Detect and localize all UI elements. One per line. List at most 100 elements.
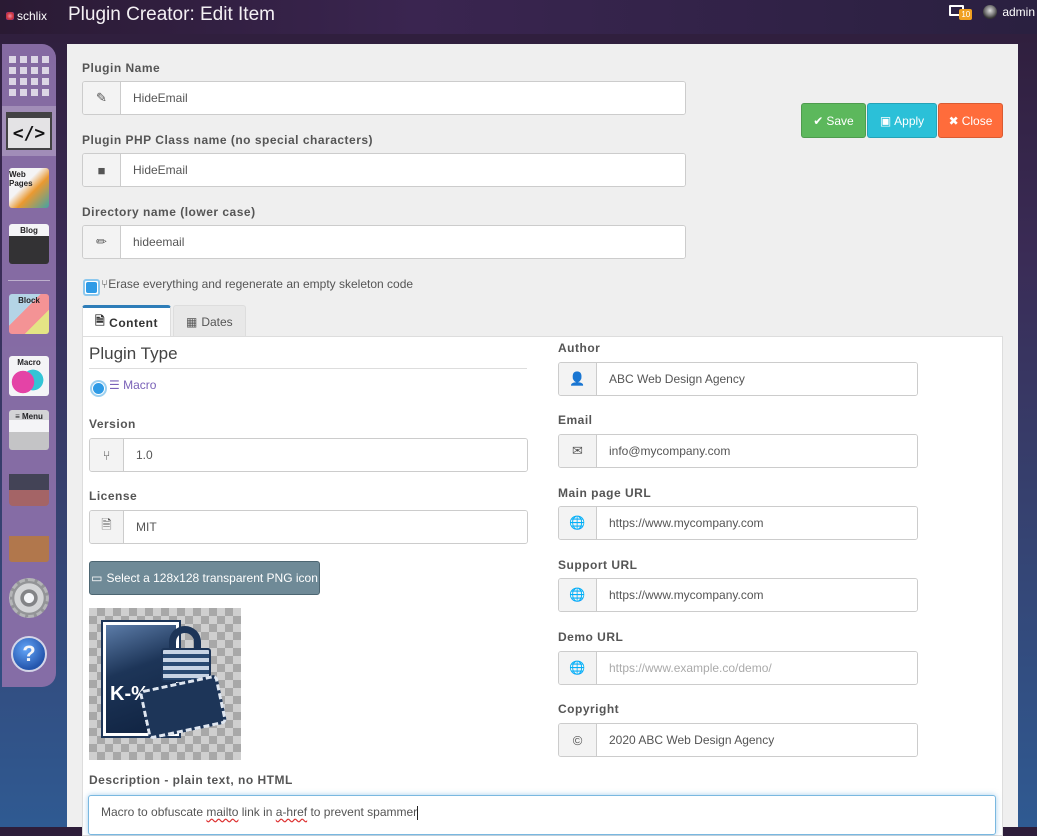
sidebar-item-settings[interactable] xyxy=(7,576,51,620)
select-icon-button[interactable]: ▭ Select a 128x128 transparent PNG icon xyxy=(89,561,320,595)
schlix-logo-icon xyxy=(6,12,14,20)
plugin-type-macro-radio[interactable] xyxy=(90,380,107,397)
plugin-name-group: ✎ xyxy=(82,81,686,115)
sidebar-item-users[interactable] xyxy=(7,464,51,508)
tab-dates[interactable]: ▦ Dates xyxy=(172,305,246,337)
text-caret xyxy=(417,805,419,820)
sidebar-item-web-pages[interactable]: Web Pages xyxy=(7,166,51,210)
plugin-icon-preview: K-% xyxy=(89,608,241,760)
close-button[interactable]: ✖ Close xyxy=(938,103,1003,138)
directory-group: ✏ xyxy=(82,225,686,259)
pencil-icon: ✏ xyxy=(83,226,121,258)
author-label: Author xyxy=(558,341,601,355)
padlock-icon xyxy=(159,626,213,682)
directory-label: Directory name (lower case) xyxy=(82,205,256,219)
page-title: Plugin Creator: Edit Item xyxy=(68,4,275,25)
version-group: ⑂ xyxy=(89,438,528,472)
plugin-type-macro-label[interactable]: ☰ Macro xyxy=(109,378,156,392)
copyright-input[interactable] xyxy=(597,724,917,756)
save-button[interactable]: ✔ Save xyxy=(801,103,866,138)
sidebar-item-blocks[interactable]: Block xyxy=(7,292,51,336)
copyright-icon: © xyxy=(559,724,597,756)
sidebar-divider xyxy=(8,280,50,281)
block-icon: Block xyxy=(9,294,49,334)
globe-icon: 🌐 xyxy=(559,652,597,684)
branch-icon: ⑂ xyxy=(90,439,124,471)
description-label: Description - plain text, no HTML xyxy=(89,773,293,787)
user-icon: 👤 xyxy=(559,363,597,395)
version-input[interactable] xyxy=(124,439,527,471)
sidebar-item-tools[interactable] xyxy=(7,520,51,564)
macro-icon: Macro xyxy=(9,356,49,396)
check-icon: ✔ xyxy=(813,113,824,128)
sidebar-item-apps[interactable] xyxy=(7,54,51,98)
description-input[interactable]: Macro to obfuscate mailto link in a-href… xyxy=(88,795,996,835)
plugin-name-input[interactable] xyxy=(121,82,685,114)
main-url-group: 🌐 xyxy=(558,506,918,540)
sidebar-item-plugin-creator[interactable]: </> xyxy=(2,106,56,156)
notifications-button[interactable]: 10 xyxy=(949,4,973,20)
author-group: 👤 xyxy=(558,362,918,396)
sidebar: </> Web Pages Blog Block Macro ≡ Menu ? xyxy=(2,44,56,687)
license-input[interactable] xyxy=(124,511,527,543)
calendar-icon: ▦ xyxy=(185,314,198,329)
php-class-label: Plugin PHP Class name (no special charac… xyxy=(82,133,374,147)
blog-icon: Blog xyxy=(9,224,49,264)
sidebar-item-menu[interactable]: ≡ Menu xyxy=(7,408,51,452)
grid-icon xyxy=(9,56,49,96)
username: admin xyxy=(1002,5,1035,19)
sidebar-item-macro[interactable]: Macro xyxy=(7,354,51,398)
globe-icon: 🌐 xyxy=(559,579,597,611)
edit-icon: ✎ xyxy=(83,82,121,114)
brand-name: schlix xyxy=(17,9,48,23)
support-url-input[interactable] xyxy=(597,579,917,611)
edit-panel: Plugin Name ✎ Plugin PHP Class name (no … xyxy=(67,44,1018,836)
plugin-type-heading: Plugin Type xyxy=(89,344,527,369)
tab-bar: 🗎 Content ▦ Dates xyxy=(82,305,248,337)
main-url-label: Main page URL xyxy=(558,486,652,500)
globe-icon: 🌐 xyxy=(559,507,597,539)
sidebar-item-blog[interactable]: Blog xyxy=(7,222,51,266)
user-menu[interactable]: admin xyxy=(983,5,1037,19)
php-class-input[interactable] xyxy=(121,154,685,186)
email-input[interactable] xyxy=(597,435,917,467)
demo-url-group: 🌐 xyxy=(558,651,918,685)
regenerate-label: ⑂Erase everything and regenerate an empt… xyxy=(101,277,414,291)
author-input[interactable] xyxy=(597,363,917,395)
version-label: Version xyxy=(89,417,136,431)
close-icon: ✖ xyxy=(948,113,959,128)
code-icon: </> xyxy=(6,112,52,150)
top-bar: schlix Plugin Creator: Edit Item 10 admi… xyxy=(0,0,1037,34)
brand-logo[interactable]: schlix xyxy=(6,9,47,23)
indent-list-icon: ☰ xyxy=(109,378,120,392)
main-url-input[interactable] xyxy=(597,507,917,539)
email-group: ✉ xyxy=(558,434,918,468)
regenerate-checkbox[interactable] xyxy=(83,279,100,296)
sidebar-item-help[interactable]: ? xyxy=(7,632,51,676)
demo-url-label: Demo URL xyxy=(558,630,624,644)
demo-url-input[interactable] xyxy=(597,652,917,684)
support-url-group: 🌐 xyxy=(558,578,918,612)
envelope-icon: ✉ xyxy=(559,435,597,467)
web-pages-icon: Web Pages xyxy=(9,168,49,208)
file-icon: 🗎 xyxy=(95,314,106,328)
notification-badge: 10 xyxy=(959,9,973,20)
copyright-label: Copyright xyxy=(558,702,620,716)
email-label: Email xyxy=(558,413,593,427)
toolbox-icon xyxy=(9,522,49,562)
apply-icon: ▣ xyxy=(879,113,892,128)
help-icon: ? xyxy=(11,636,47,672)
users-icon xyxy=(9,466,49,506)
license-group: 🗎 xyxy=(89,510,528,544)
menu-icon: ≡ Menu xyxy=(9,410,49,450)
apply-button[interactable]: ▣ Apply xyxy=(867,103,937,138)
support-url-label: Support URL xyxy=(558,558,638,572)
gear-icon xyxy=(9,578,49,618)
php-class-group: ■ xyxy=(82,153,686,187)
tab-content[interactable]: 🗎 Content xyxy=(82,305,171,337)
content-tab-pane: Plugin Type ☰ Macro Version ⑂ License 🗎 … xyxy=(82,336,1003,836)
image-icon: ▭ xyxy=(91,571,103,585)
directory-input[interactable] xyxy=(121,226,685,258)
copyright-group: © xyxy=(558,723,918,757)
license-label: License xyxy=(89,489,138,503)
